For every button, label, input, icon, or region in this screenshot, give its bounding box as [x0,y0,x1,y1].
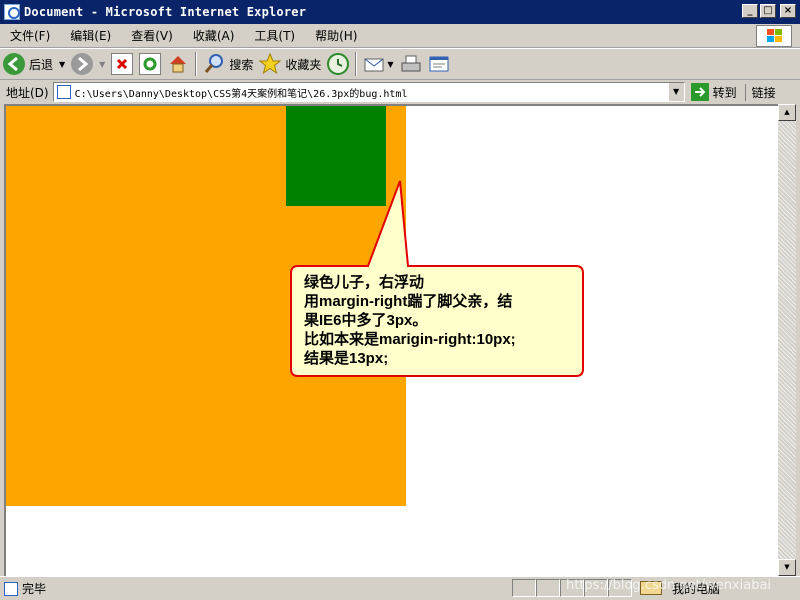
callout-line: 果IE6中多了3px。 [304,312,428,329]
search-icon [203,53,225,75]
status-panel [512,579,536,597]
forward-dropdown-icon[interactable]: ▼ [99,60,105,69]
back-arrow-icon [3,53,25,75]
green-child-box [286,106,386,206]
close-button[interactable]: × [780,4,796,18]
home-icon [167,53,189,75]
mail-button[interactable]: ▼ [360,50,396,78]
minimize-button[interactable]: _ [742,4,758,18]
menu-favorites[interactable]: 收藏(A) [183,27,245,44]
forward-arrow-icon [71,53,94,75]
page-done-icon [4,581,18,596]
window-controls: _ □ × [742,4,796,18]
address-value: C:\Users\Danny\Desktop\CSS第4天案例和笔记\26.3p… [74,88,408,100]
mail-dropdown-icon[interactable]: ▼ [387,60,393,69]
vertical-scrollbar[interactable]: ▲ ▼ [778,104,796,576]
print-button[interactable] [397,50,425,78]
title-bar: Document - Microsoft Internet Explorer _… [0,0,800,24]
scroll-down-button[interactable]: ▼ [778,559,796,576]
history-icon [327,53,350,75]
mail-icon [363,53,385,75]
page-icon [56,85,71,99]
toolbar-separator [195,52,198,76]
status-text: 完毕 [22,582,47,596]
back-dropdown-icon[interactable]: ▼ [59,60,65,69]
back-label: 后退 [29,57,54,72]
address-label: 地址(D) [6,85,49,100]
go-label: 转到 [712,85,737,100]
search-button[interactable]: 搜索 [200,50,256,78]
ie-icon [4,4,20,20]
status-panel [536,579,560,597]
search-label: 搜索 [229,57,254,72]
links-button[interactable]: 链接 [744,83,776,101]
callout-line: 用margin-right踹了脚父亲，结 [304,293,513,310]
go-button[interactable]: 转到 [690,83,737,101]
history-button[interactable] [324,50,352,78]
favorites-button[interactable]: 收藏夹 [256,50,324,78]
home-button[interactable] [164,50,192,78]
edit-page-icon [428,53,450,75]
forward-button[interactable]: ▼ [68,50,108,78]
menu-file[interactable]: 文件(F) [0,27,60,44]
star-icon [258,52,282,75]
edit-button[interactable] [425,50,453,78]
refresh-icon [139,53,162,75]
menu-tools[interactable]: 工具(T) [244,27,305,44]
scroll-up-button[interactable]: ▲ [778,104,796,121]
watermark: https://blog.csdn.net/wenxiabai [566,578,772,593]
toolbar-separator [355,52,358,76]
address-bar: 地址(D) C:\Users\Danny\Desktop\CSS第4天案例和笔记… [0,81,800,103]
go-arrow-icon [690,83,709,101]
menu-view[interactable]: 查看(V) [121,27,183,44]
window-title: Document - Microsoft Internet Explorer [24,5,307,19]
callout-line: 绿色儿子，右浮动 [304,274,425,291]
favorites-label: 收藏夹 [285,57,322,72]
refresh-button[interactable] [136,50,164,78]
menu-help[interactable]: 帮助(H) [305,27,367,44]
standard-toolbar: 后退 ▼ ▼ 搜索 收藏夹 ▼ [0,48,800,80]
windows-logo-icon [756,25,792,47]
callout-line: 比如本来是marigin-right:10px; [304,331,516,348]
back-button[interactable]: 后退 ▼ [0,50,68,78]
address-dropdown-icon[interactable]: ▼ [667,83,684,101]
address-input[interactable]: C:\Users\Danny\Desktop\CSS第4天案例和笔记\26.3p… [52,82,685,102]
printer-icon [400,53,422,75]
stop-icon [111,53,134,75]
menu-edit[interactable]: 编辑(E) [60,27,121,44]
menu-bar: 文件(F) 编辑(E) 查看(V) 收藏(A) 工具(T) 帮助(H) [0,24,800,48]
callout-text: 绿色儿子，右浮动 用margin-right踹了脚父亲，结 果IE6中多了3px… [304,273,574,368]
maximize-button[interactable]: □ [760,4,776,18]
stop-button[interactable] [108,50,136,78]
callout-line: 结果是13px; [304,350,389,367]
